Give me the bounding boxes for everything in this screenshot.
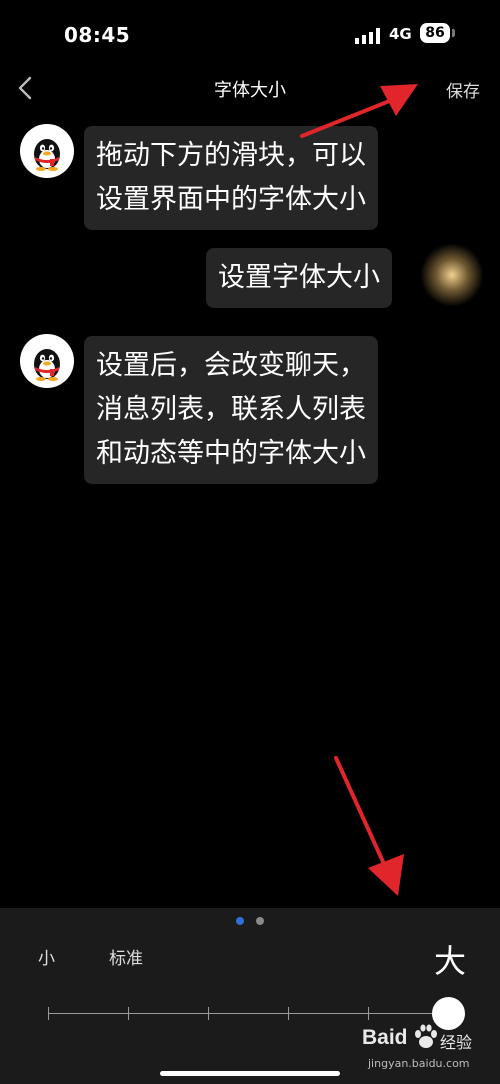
slider-tick[interactable] <box>288 1007 289 1020</box>
message-line: 设置界面中的字体大小 <box>96 184 366 215</box>
slider-tick[interactable] <box>208 1007 209 1020</box>
light-glow <box>420 243 484 307</box>
watermark-suffix: 经验 <box>440 1033 473 1052</box>
battery-tip <box>452 29 455 37</box>
home-indicator <box>160 1071 340 1076</box>
message-line: 消息列表，联系人列表 <box>96 394 366 425</box>
message-bubble-self: 设置字体大小 <box>206 248 392 308</box>
message-line: 和动态等中的字体大小 <box>96 438 366 469</box>
status-bar: 08:45 4G 86 <box>0 0 500 66</box>
message-line: 设置字体大小 <box>218 262 380 293</box>
avatar <box>20 334 74 388</box>
penguin-icon <box>34 139 60 171</box>
message-line: 设置后，会改变聊天， <box>96 350 366 381</box>
size-label-standard: 标准 <box>109 949 143 969</box>
network-type: 4G <box>389 25 412 43</box>
annotation-arrow-icon <box>334 756 404 896</box>
size-label-small: 小 <box>38 949 55 969</box>
slider-tick[interactable] <box>368 1007 369 1020</box>
baidu-jingyan-watermark: Baid 经验 jingyan.baidu.com <box>362 1022 492 1078</box>
watermark-brand: Baid <box>362 1026 408 1049</box>
watermark-url: jingyan.baidu.com <box>368 1057 470 1070</box>
slider-tick[interactable] <box>128 1007 129 1020</box>
font-size-panel: 小 标准 大 Baid 经验 jingyan.baidu.com <box>0 908 500 1084</box>
signal-icon <box>355 28 380 44</box>
avatar <box>20 124 74 178</box>
save-button[interactable]: 保存 <box>446 77 480 102</box>
page-dot-active[interactable] <box>236 917 244 925</box>
battery-level: 86 <box>425 25 445 41</box>
penguin-icon <box>34 349 60 381</box>
slider-tick[interactable] <box>48 1007 49 1020</box>
page-indicator <box>236 917 266 927</box>
battery-icon: 86 <box>420 23 450 43</box>
status-time: 08:45 <box>64 23 131 47</box>
annotation-arrow-icon <box>300 84 418 138</box>
page-dot[interactable] <box>256 917 264 925</box>
paw-icon <box>415 1024 437 1048</box>
font-size-slider-track[interactable] <box>48 1013 448 1014</box>
message-bubble: 设置后，会改变聊天， 消息列表，联系人列表 和动态等中的字体大小 <box>84 336 378 484</box>
size-label-large: 大 <box>434 942 467 980</box>
